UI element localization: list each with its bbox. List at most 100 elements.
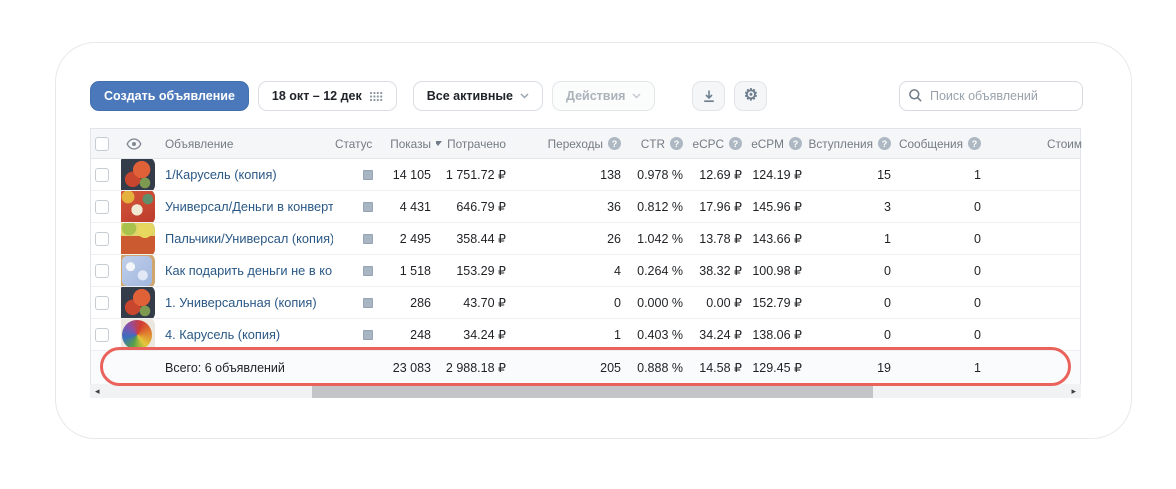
table-row: 4. Карусель (копия) 248 34.24 ₽ 1 0.403 … [91,319,1080,351]
scroll-left-icon[interactable]: ◂ [92,384,104,398]
help-icon[interactable]: ? [670,137,683,150]
ad-thumbnail [121,159,155,190]
ecpc-cell: 34.24 ₽ [699,328,742,342]
joins-cell: 0 [884,263,891,278]
clicks-cell: 138 [600,167,621,182]
row-checkbox[interactable] [95,199,109,214]
date-range-button[interactable]: 18 окт – 12 дек [257,81,397,111]
ad-thumbnail [121,223,155,254]
row-checkbox[interactable] [95,231,109,246]
column-header-messages[interactable]: Сообщения ? [895,129,985,158]
joins-cell: 1 [884,231,891,246]
status-stopped-icon [363,297,373,308]
help-icon[interactable]: ? [789,137,802,150]
help-icon[interactable]: ? [878,137,891,150]
table-row: 1/Карусель (копия) 14 105 1 751.72 ₽ 138… [91,159,1080,191]
shows-cell: 4 431 [399,199,431,214]
sort-desc-icon [436,141,443,146]
help-icon[interactable]: ? [968,137,981,150]
ad-thumbnail [121,191,155,222]
ad-name-link[interactable]: Как подарить деньги не в конверте [165,263,333,278]
ad-thumbnail [121,319,155,350]
status-stopped-icon [363,265,373,276]
column-header-shows[interactable]: Показы [391,129,436,158]
ad-name-link[interactable]: 1/Карусель (копия) [165,167,277,182]
status-stopped-icon [363,169,373,180]
scrollbar-thumb[interactable] [312,384,873,398]
ctr-cell: 0.000 % [637,295,683,310]
horizontal-scrollbar[interactable]: ◂ ▸ [90,384,1081,398]
ad-name-link[interactable]: Пальчики/Универсал (копия) (копия) [165,231,333,246]
table-row: Универсал/Деньги в конверте (копия) 4 43… [91,191,1080,223]
shows-cell: 248 [410,327,431,342]
column-header-clicks[interactable]: Переходы ? [511,129,629,158]
messages-cell: 0 [974,263,981,278]
ecpc-cell: 13.78 ₽ [699,232,742,246]
messages-cell: 0 [974,199,981,214]
ecpm-cell: 138.06 ₽ [752,328,802,342]
joins-cell: 3 [884,199,891,214]
help-icon[interactable]: ? [729,137,742,150]
ctr-cell: 1.042 % [637,231,683,246]
clicks-cell: 26 [607,231,621,246]
table-total-row: Всего: 6 объявлений 23 083 2 988.18 ₽ 20… [91,351,1080,384]
joins-cell: 0 [884,327,891,342]
scroll-right-icon[interactable]: ▸ [1067,384,1079,398]
select-all-checkbox[interactable] [95,136,109,151]
messages-cell: 0 [974,295,981,310]
total-messages: 1 [974,360,981,375]
ctr-cell: 0.403 % [637,327,683,342]
row-checkbox[interactable] [95,263,109,278]
column-header-status[interactable]: Статус [333,129,391,158]
spent-cell: 358.44 ₽ [456,232,506,246]
joins-cell: 0 [884,295,891,310]
row-checkbox[interactable] [95,327,109,342]
eye-icon[interactable] [126,137,142,150]
ctr-cell: 0.812 % [637,199,683,214]
settings-button[interactable]: ⚙ [734,81,768,111]
shows-cell: 286 [410,295,431,310]
ad-name-link[interactable]: 1. Универсальная (копия) [165,295,317,310]
ecpm-cell: 124.19 ₽ [752,168,802,182]
status-filter-dropdown[interactable]: Все активные [412,81,544,111]
column-header-ecpc[interactable]: eCPC ? [689,129,747,158]
joins-cell: 15 [877,167,891,182]
total-label: Всего: 6 объявлений [165,360,285,375]
status-filter-label: Все активные [426,89,514,103]
export-button[interactable] [692,81,726,111]
ecpc-cell: 12.69 ₽ [699,168,742,182]
row-checkbox[interactable] [95,167,109,182]
column-header-ecpm[interactable]: eCPM ? [747,129,807,158]
ecpc-cell: 17.96 ₽ [699,200,742,214]
spent-cell: 43.70 ₽ [463,296,506,310]
shows-cell: 2 495 [399,231,431,246]
download-icon [702,89,716,103]
column-header-ad[interactable]: Объявление [163,129,333,158]
column-header-cost[interactable]: Стоим [985,129,1082,158]
table-row: 1. Универсальная (копия) 286 43.70 ₽ 0 0… [91,287,1080,319]
create-ad-button[interactable]: Создать объявление [90,81,249,111]
ctr-cell: 0.264 % [637,263,683,278]
chevron-down-icon [632,93,641,99]
actions-dropdown[interactable]: Действия [552,81,656,111]
actions-label: Действия [566,89,626,103]
ecpc-cell: 0.00 ₽ [706,296,742,310]
ad-name-link[interactable]: 4. Карусель (копия) [165,327,280,342]
ad-thumbnail [121,255,155,286]
clicks-cell: 1 [614,327,621,342]
total-ecpm: 129.45 ₽ [752,361,802,375]
spent-cell: 153.29 ₽ [456,264,506,278]
column-header-spent[interactable]: Потрачено [436,129,511,158]
search-input[interactable] [899,81,1083,111]
clicks-cell: 4 [614,263,621,278]
row-checkbox[interactable] [95,295,109,310]
clicks-cell: 0 [614,295,621,310]
column-header-joins[interactable]: Вступления ? [807,129,895,158]
total-spent: 2 988.18 ₽ [445,361,506,375]
total-joins: 19 [877,360,891,375]
spent-cell: 34.24 ₽ [463,328,506,342]
status-stopped-icon [363,329,373,340]
ad-name-link[interactable]: Универсал/Деньги в конверте (копия) [165,199,333,214]
column-header-ctr[interactable]: CTR ? [629,129,689,158]
help-icon[interactable]: ? [608,137,621,150]
